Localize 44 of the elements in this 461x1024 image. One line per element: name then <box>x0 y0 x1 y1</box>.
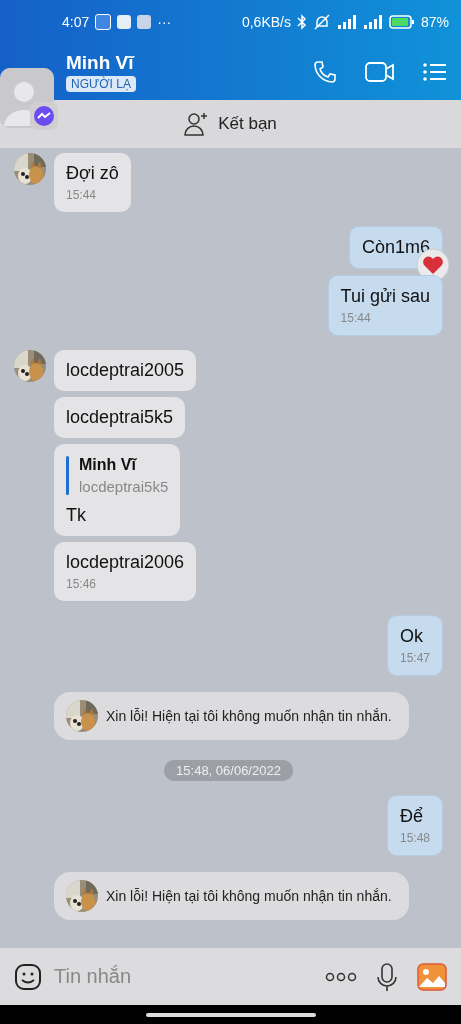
battery-icon <box>388 15 415 29</box>
message-text: Tk <box>66 505 87 526</box>
menu-icon[interactable] <box>423 62 447 82</box>
message-text: locdeptrai2006 <box>66 552 185 573</box>
bluetooth-icon <box>296 14 307 30</box>
more-icon[interactable] <box>325 971 357 982</box>
battery-percent: 87% <box>420 14 449 30</box>
contact-name: Minh Vĩ <box>66 52 136 74</box>
image-icon[interactable] <box>417 962 447 991</box>
signal-icon <box>362 15 383 29</box>
quoted-sender: Minh Vĩ <box>79 456 138 474</box>
message-bar[interactable]: Tin nhắn <box>0 948 461 1005</box>
video-call-icon[interactable] <box>365 61 395 83</box>
add-friend-bar[interactable]: Kết bạn <box>0 100 461 149</box>
app-notification-icon <box>117 15 132 29</box>
message-time: 15:44 <box>66 188 98 202</box>
message-time: 15:46 <box>66 577 98 591</box>
message-text: Ok <box>399 626 424 647</box>
home-indicator[interactable] <box>145 1012 316 1017</box>
message-time: 15:47 <box>399 651 430 665</box>
date-separator: 15:48, 06/06/2022 <box>164 760 293 781</box>
app-notification-icon <box>95 14 112 30</box>
message-text: Đợi zô <box>66 163 119 184</box>
phone-icon[interactable] <box>313 60 337 84</box>
message-text: locdeptrai5k5 <box>66 407 174 428</box>
message-text: Còn1m6 <box>361 237 430 258</box>
message-time: 15:48 <box>399 831 430 845</box>
app-notification-icon <box>137 15 152 29</box>
more-notifications: ··· <box>157 14 172 30</box>
message-input[interactable]: Tin nhắn <box>52 964 315 989</box>
message-text: Tui gửi sau <box>340 286 430 307</box>
quoted-text: locdeptrai5k5 <box>79 478 169 495</box>
emoji-icon[interactable] <box>14 962 42 991</box>
notice-text: Xin lỗi! Hiện tại tôi không muốn nhận tin nhắn. <box>106 708 392 724</box>
notice-text: Xin lỗi! Hiện tại tôi không muốn nhận tin nhắn. <box>106 888 392 904</box>
add-friend-label: Kết bạn <box>218 114 277 134</box>
clock: 4:07 <box>62 14 90 30</box>
network-speed: 0,6KB/s <box>241 14 291 30</box>
message-time: 15:44 <box>340 311 372 325</box>
signal-icon <box>336 15 357 29</box>
message-text: locdeptrai2005 <box>66 360 185 381</box>
message-text: Để <box>399 806 424 827</box>
stranger-badge: NGƯỜI LẠ <box>66 76 136 92</box>
mute-icon <box>312 14 331 30</box>
